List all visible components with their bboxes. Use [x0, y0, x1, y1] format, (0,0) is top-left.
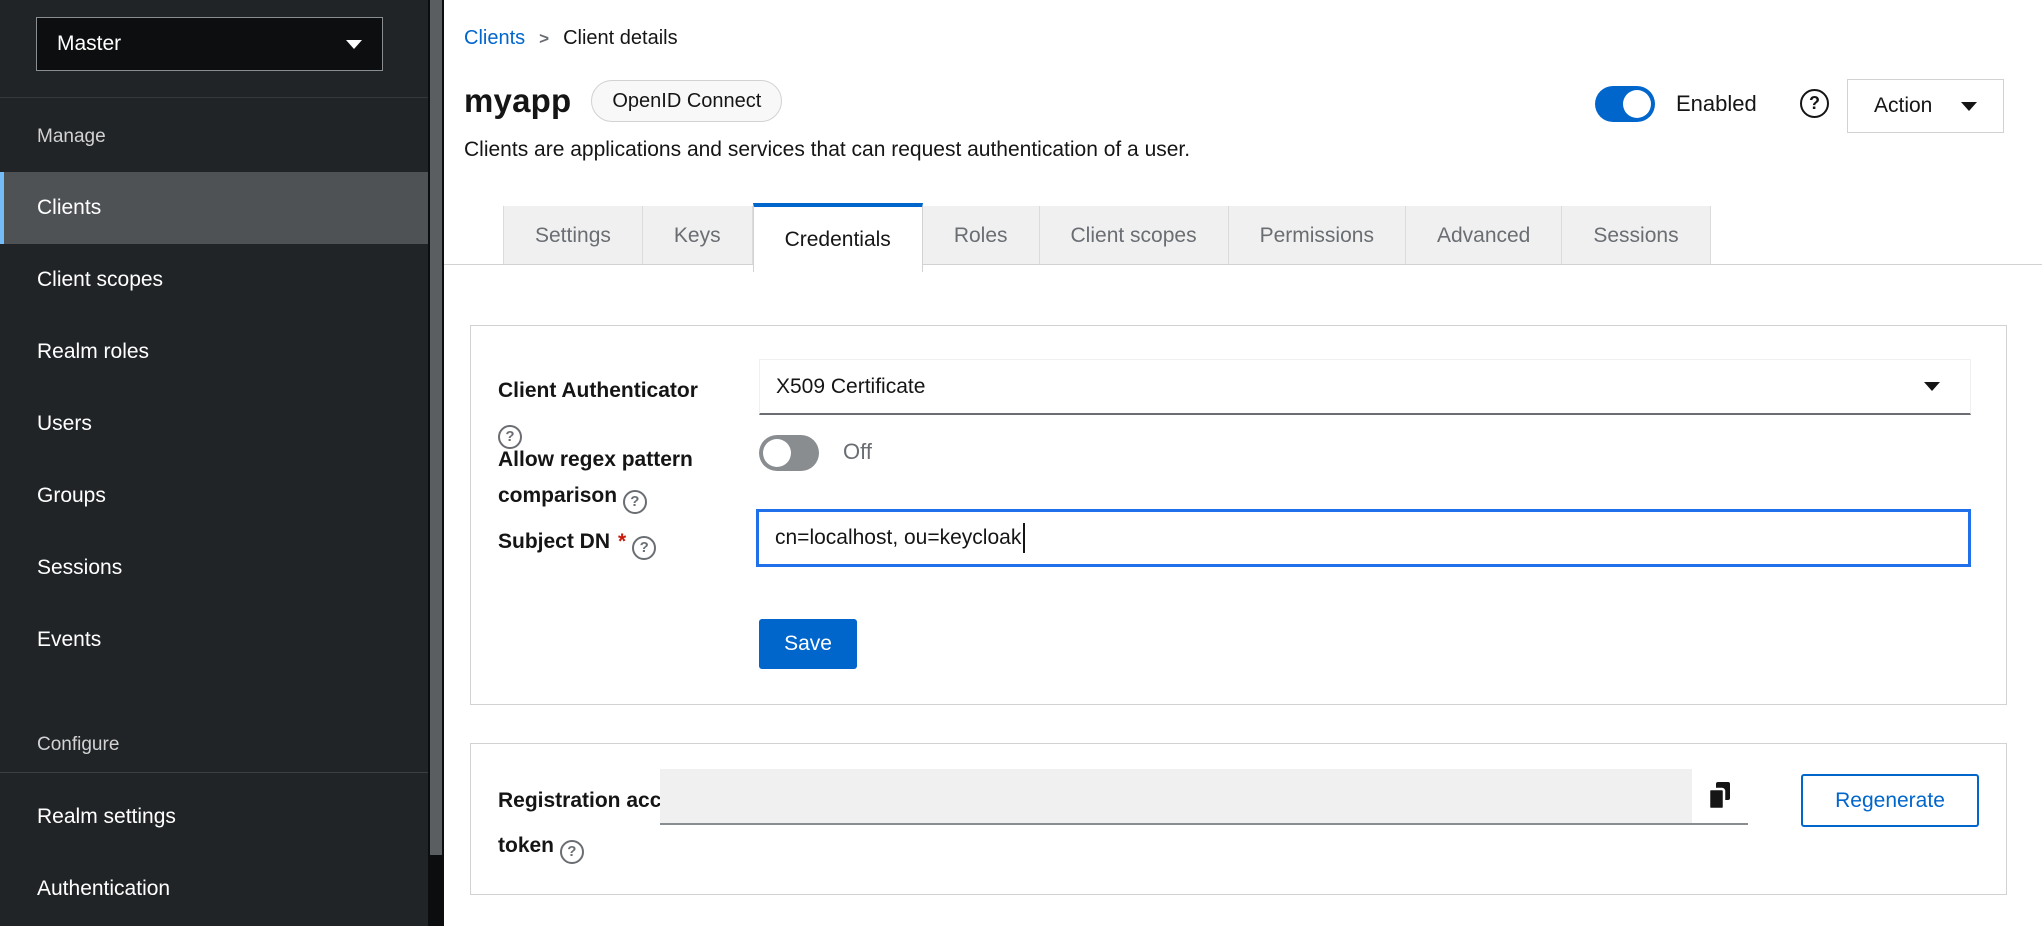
action-dropdown-button[interactable]: Action — [1847, 79, 2004, 133]
registration-token-input — [660, 769, 1692, 825]
breadcrumb-clients-link[interactable]: Clients — [464, 27, 525, 50]
allow-regex-state-label: Off — [843, 439, 872, 465]
protocol-badge: OpenID Connect — [591, 80, 782, 122]
scrollbar-thumb[interactable] — [430, 0, 442, 855]
client-authenticator-label: Client Authenticator — [498, 373, 748, 449]
main-content: Clients > Client details myapp OpenID Co… — [444, 0, 2042, 926]
enabled-toggle[interactable] — [1595, 86, 1655, 122]
toggle-knob — [763, 439, 791, 467]
registration-token-card: Registration access token Regenerate — [470, 743, 2007, 895]
tab-advanced[interactable]: Advanced — [1406, 206, 1562, 265]
enabled-label: Enabled — [1676, 91, 1757, 117]
tab-credentials[interactable]: Credentials — [753, 203, 923, 272]
chevron-down-icon — [1961, 102, 1977, 111]
chevron-right-icon: > — [539, 29, 549, 49]
sidebar-item-clients[interactable]: Clients — [0, 172, 428, 244]
subject-dn-label: Subject DN* — [498, 524, 656, 560]
realm-switcher-dropdown[interactable]: Master — [36, 17, 383, 71]
sidebar-item-client-scopes[interactable]: Client scopes — [0, 244, 428, 316]
page-description: Clients are applications and services th… — [464, 138, 1190, 162]
subject-dn-value: cn=localhost, ou=keycloak — [775, 526, 1021, 550]
realm-switcher-value: Master — [57, 32, 121, 56]
tab-keys[interactable]: Keys — [643, 206, 753, 265]
tab-sessions[interactable]: Sessions — [1562, 206, 1710, 265]
client-authenticator-value: X509 Certificate — [776, 375, 925, 399]
tab-settings[interactable]: Settings — [503, 206, 643, 265]
copy-icon — [1706, 781, 1734, 811]
tab-roles[interactable]: Roles — [923, 206, 1040, 265]
sidebar-item-groups[interactable]: Groups — [0, 460, 428, 532]
page-title-row: myapp OpenID Connect — [464, 80, 782, 122]
nav-section-manage: Manage — [37, 123, 106, 151]
sidebar-item-sessions[interactable]: Sessions — [0, 532, 428, 604]
sidebar-item-realm-settings[interactable]: Realm settings — [0, 781, 428, 853]
sidebar-item-realm-roles[interactable]: Realm roles — [0, 316, 428, 388]
allow-regex-label: Allow regex pattern comparison — [498, 442, 738, 514]
chevron-down-icon — [1924, 382, 1940, 391]
sidebar-item-users[interactable]: Users — [0, 388, 428, 460]
text-cursor — [1023, 523, 1025, 553]
sidebar-scrollbar[interactable] — [428, 0, 444, 926]
sidebar-item-authentication[interactable]: Authentication — [0, 853, 428, 925]
client-authenticator-select[interactable]: X509 Certificate — [759, 359, 1971, 415]
tab-permissions[interactable]: Permissions — [1229, 206, 1406, 265]
sidebar-item-events[interactable]: Events — [0, 604, 428, 676]
help-icon[interactable] — [1800, 89, 1829, 118]
breadcrumb: Clients > Client details — [464, 27, 678, 50]
tab-client-scopes[interactable]: Client scopes — [1040, 206, 1229, 265]
regenerate-button[interactable]: Regenerate — [1801, 774, 1979, 827]
allow-regex-toggle[interactable] — [759, 435, 819, 471]
divider — [0, 97, 428, 98]
chevron-down-icon — [346, 40, 362, 49]
sidebar: Master Manage Clients Client scopes Real… — [0, 0, 428, 926]
copy-button[interactable] — [1692, 769, 1748, 825]
nav-section-configure: Configure — [37, 731, 119, 759]
credentials-card: Client Authenticator X509 Certificate Al… — [470, 325, 2007, 705]
help-icon[interactable] — [560, 840, 584, 864]
save-button[interactable]: Save — [759, 619, 857, 669]
toggle-knob — [1623, 90, 1651, 118]
tab-bar: Settings Keys Credentials Roles Client s… — [444, 203, 2042, 265]
page-title: myapp — [464, 82, 571, 120]
divider — [0, 772, 428, 773]
required-asterisk: * — [618, 530, 626, 553]
help-icon[interactable] — [623, 490, 647, 514]
help-icon[interactable] — [632, 536, 656, 560]
subject-dn-input[interactable]: cn=localhost, ou=keycloak — [756, 509, 1971, 567]
breadcrumb-current: Client details — [563, 27, 678, 50]
